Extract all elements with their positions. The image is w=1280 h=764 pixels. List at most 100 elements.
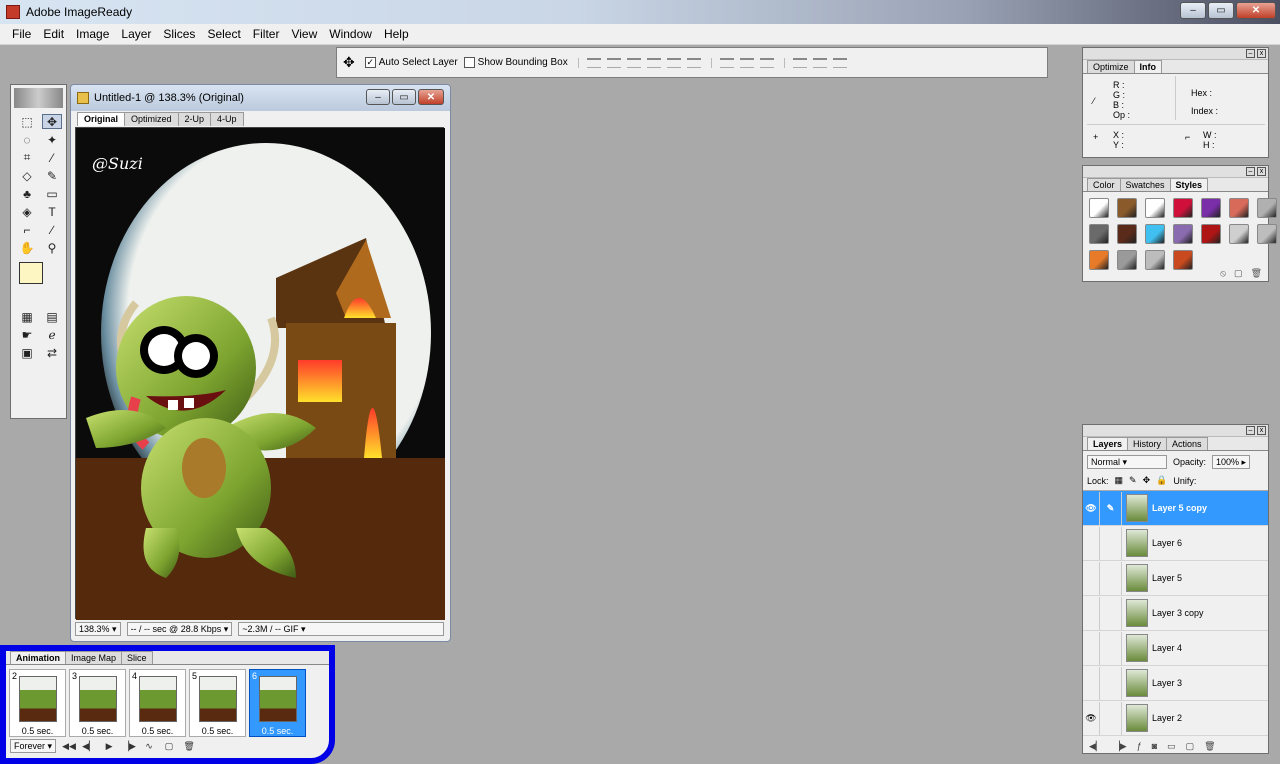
style-swatch[interactable] [1173, 224, 1193, 244]
lock-transparency-icon[interactable]: ▦ [1115, 475, 1124, 486]
frame-delay[interactable]: 0.5 sec. [10, 726, 65, 736]
foreground-color-swatch[interactable] [19, 262, 43, 284]
document-maximize-button[interactable]: ▭ [392, 89, 416, 105]
panel-minimize-button[interactable]: – [1246, 167, 1255, 176]
distribute-top-icon[interactable] [719, 57, 734, 68]
visibility-eye-icon[interactable] [1083, 526, 1100, 560]
style-swatch[interactable] [1257, 224, 1277, 244]
style-swatch[interactable] [1229, 224, 1249, 244]
visibility-eye-icon[interactable]: 👁 [1083, 701, 1100, 735]
rectangle-tool-icon[interactable]: ▭ [42, 186, 62, 201]
layer-link-icon[interactable] [1100, 526, 1122, 560]
menu-select[interactable]: Select [201, 24, 246, 44]
document-minimize-button[interactable]: – [366, 89, 390, 105]
previous-frame-icon[interactable]: ◀▏ [82, 741, 96, 751]
first-frame-icon[interactable]: ◀◀ [62, 741, 76, 751]
show-bounding-box-checkbox[interactable] [463, 57, 475, 68]
move-tool-icon[interactable]: ✥ [42, 114, 62, 129]
crop-slice-tool-icon[interactable]: ⌗ [17, 150, 37, 165]
panel-close-button[interactable]: x [1257, 426, 1266, 435]
lock-position-icon[interactable]: ✥ [1143, 475, 1151, 486]
zoom-tool-icon[interactable]: ⚲ [42, 240, 62, 255]
next-frame-icon[interactable]: ▕▶ [1113, 741, 1127, 752]
style-swatch[interactable] [1229, 198, 1249, 218]
file-size[interactable]: ~2.3M / -- GIF ▾ [238, 622, 444, 636]
menu-edit[interactable]: Edit [37, 24, 70, 44]
distribute-right-icon[interactable] [832, 57, 847, 68]
panel-close-button[interactable]: x [1257, 167, 1266, 176]
layer-row[interactable]: 👁 ✎ Layer 5 copy [1083, 491, 1268, 526]
distribute-bottom-icon[interactable] [759, 57, 774, 68]
layer-link-icon[interactable] [1100, 666, 1122, 700]
style-swatch[interactable] [1117, 198, 1137, 218]
lasso-tool-icon[interactable]: ◌ [17, 132, 37, 147]
tab-info[interactable]: Info [1133, 60, 1163, 73]
frame-delay[interactable]: 0.5 sec. [70, 726, 125, 736]
layer-link-icon[interactable] [1100, 596, 1122, 630]
align-bottom-icon[interactable] [626, 57, 641, 68]
visibility-eye-icon[interactable] [1083, 561, 1100, 595]
align-hcenter-icon[interactable] [666, 57, 681, 68]
tab-actions[interactable]: Actions [1166, 437, 1208, 450]
new-layer-icon[interactable]: ▢ [1186, 741, 1195, 752]
style-swatch[interactable] [1145, 250, 1165, 270]
layer-link-icon[interactable]: ✎ [1100, 491, 1122, 525]
align-right-icon[interactable] [686, 57, 701, 68]
layer-link-icon[interactable] [1100, 561, 1122, 595]
layer-row[interactable]: Layer 6 [1083, 526, 1268, 561]
frame-delay[interactable]: 0.5 sec. [250, 726, 305, 736]
clear-style-icon[interactable]: ⦸ [1220, 268, 1226, 279]
style-swatch[interactable] [1173, 198, 1193, 218]
align-top-icon[interactable] [586, 57, 601, 68]
marquee-tool-icon[interactable]: ⬚ [17, 114, 37, 129]
tween-icon[interactable]: ∿ [142, 741, 156, 751]
delete-frame-icon[interactable]: 🗑 [182, 741, 196, 751]
layer-mask-icon[interactable]: ◙ [1152, 741, 1157, 752]
hand-tool-icon[interactable]: ✋ [17, 240, 37, 255]
loop-select[interactable]: Forever ▾ [10, 739, 57, 753]
style-swatch[interactable] [1117, 250, 1137, 270]
opacity-field[interactable]: 100% ▸ [1212, 455, 1251, 469]
lock-all-icon[interactable]: 🔒 [1156, 475, 1167, 486]
style-swatch[interactable] [1089, 198, 1109, 218]
align-left-icon[interactable] [646, 57, 661, 68]
animation-frame[interactable]: 2 0.5 sec. [9, 669, 66, 737]
layer-row[interactable]: Layer 5 [1083, 561, 1268, 596]
next-frame-icon[interactable]: ▕▶ [122, 741, 136, 751]
layer-style-icon[interactable]: ƒ [1137, 741, 1142, 752]
animation-frame[interactable]: 6 0.5 sec. [249, 669, 306, 737]
visibility-eye-icon[interactable] [1083, 666, 1100, 700]
animation-frame[interactable]: 3 0.5 sec. [69, 669, 126, 737]
rollover-preview-icon[interactable]: ☛ [17, 327, 37, 342]
screen-mode-icon[interactable]: ▣ [17, 345, 37, 360]
new-set-icon[interactable]: ▭ [1167, 741, 1176, 752]
slice-select-tool-icon[interactable]: ⁄ [42, 150, 62, 165]
tab-optimized[interactable]: Optimized [124, 112, 179, 126]
tab-styles[interactable]: Styles [1169, 178, 1209, 191]
eraser-tool-icon[interactable]: ◇ [17, 168, 37, 183]
tab-optimize[interactable]: Optimize [1087, 60, 1135, 73]
play-icon[interactable]: ▶ [102, 741, 116, 751]
maximize-button[interactable]: ▭ [1208, 2, 1234, 19]
menu-layer[interactable]: Layer [115, 24, 157, 44]
align-vcenter-icon[interactable] [606, 57, 621, 68]
style-swatch[interactable] [1145, 198, 1165, 218]
animation-frame[interactable]: 5 0.5 sec. [189, 669, 246, 737]
eyedropper-tool-icon[interactable]: ∕ [42, 222, 62, 237]
style-swatch[interactable] [1201, 224, 1221, 244]
menu-help[interactable]: Help [378, 24, 415, 44]
layer-row[interactable]: Layer 3 [1083, 666, 1268, 701]
layer-link-icon[interactable] [1100, 631, 1122, 665]
panel-close-button[interactable]: x [1257, 49, 1266, 58]
zoom-level[interactable]: 138.3% ▾ [75, 622, 121, 636]
style-swatch[interactable] [1089, 250, 1109, 270]
frame-delay[interactable]: 0.5 sec. [130, 726, 185, 736]
style-swatch[interactable] [1117, 224, 1137, 244]
style-swatch[interactable] [1257, 198, 1277, 218]
tab-4-up[interactable]: 4-Up [210, 112, 244, 126]
panel-minimize-button[interactable]: – [1246, 49, 1255, 58]
close-button[interactable]: ✕ [1236, 2, 1276, 19]
menu-window[interactable]: Window [323, 24, 378, 44]
style-swatch[interactable] [1145, 224, 1165, 244]
distribute-vcenter-icon[interactable] [739, 57, 754, 68]
